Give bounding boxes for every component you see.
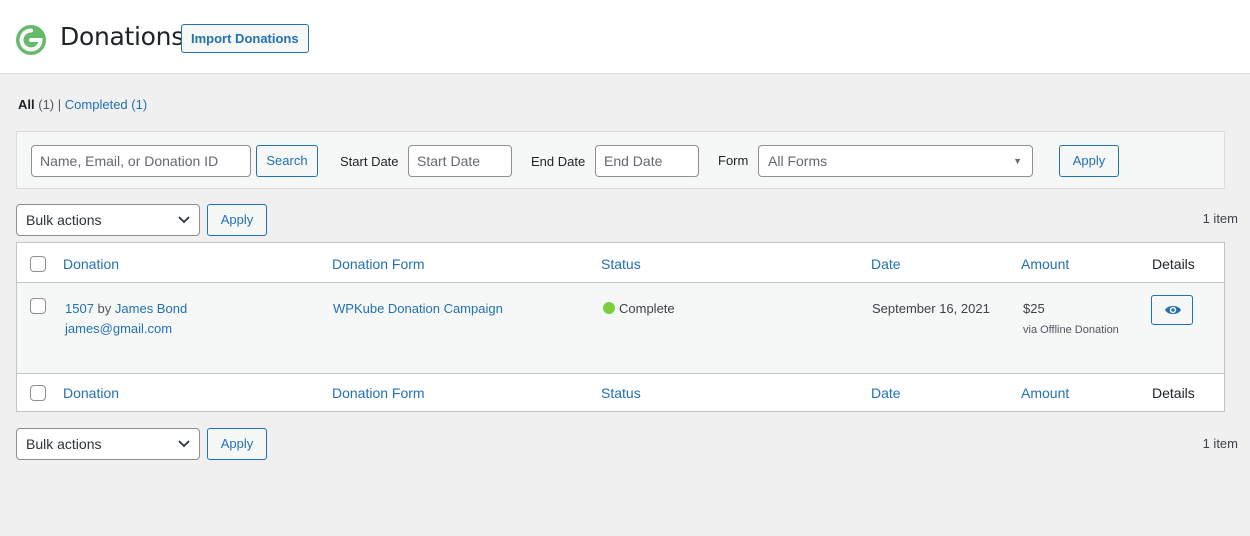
donation-by-text: by — [97, 301, 112, 316]
footer-column-donation-form[interactable]: Donation Form — [332, 385, 425, 401]
table-footer: Donation Donation Form Status Date Amoun… — [17, 373, 1224, 411]
column-donation[interactable]: Donation — [63, 256, 119, 272]
views-separator: | — [57, 97, 62, 112]
view-details-button[interactable] — [1151, 295, 1193, 325]
column-details: Details — [1152, 256, 1195, 272]
givewp-logo-icon — [16, 25, 46, 55]
footer-column-date[interactable]: Date — [871, 385, 901, 401]
form-select-value: All Forms — [768, 153, 828, 169]
donation-id-link[interactable]: 1507 — [65, 301, 94, 316]
footer-column-amount[interactable]: Amount — [1021, 385, 1069, 401]
bulk-actions-value-bottom: Bulk actions — [26, 436, 102, 452]
bulk-actions-select-bottom[interactable]: Bulk actions — [16, 428, 200, 460]
form-label: Form — [718, 153, 749, 168]
column-donation-form[interactable]: Donation Form — [332, 256, 425, 272]
view-completed-link[interactable]: Completed (1) — [65, 97, 147, 112]
column-status[interactable]: Status — [601, 256, 641, 272]
caret-down-icon: ▼ — [1013, 156, 1022, 166]
eye-icon — [1165, 305, 1181, 315]
footer-column-details: Details — [1152, 385, 1195, 401]
donation-form-link[interactable]: WPKube Donation Campaign — [333, 301, 503, 316]
items-count-top: 1 item — [1202, 211, 1238, 226]
row-checkbox[interactable] — [30, 298, 46, 314]
status-complete-dot-icon — [603, 302, 615, 314]
donor-name-link[interactable]: James Bond — [115, 301, 187, 316]
amount-cell: $25 via Offline Donation — [1023, 299, 1119, 340]
search-button[interactable]: Search — [256, 145, 318, 177]
search-input[interactable] — [31, 145, 251, 177]
start-date-input[interactable] — [408, 145, 512, 177]
status-views: All (1) | Completed (1) — [18, 97, 147, 112]
end-date-input[interactable] — [595, 145, 699, 177]
donation-date: September 16, 2021 — [872, 301, 990, 316]
footer-column-status[interactable]: Status — [601, 385, 641, 401]
items-count-bottom: 1 item — [1202, 436, 1238, 451]
status-cell: Complete — [603, 301, 675, 316]
bulk-actions-select-top[interactable]: Bulk actions — [16, 204, 200, 236]
select-all-checkbox[interactable] — [30, 256, 46, 272]
import-donations-button[interactable]: Import Donations — [181, 24, 309, 53]
table-header: Donation Donation Form Status Date Amoun… — [17, 243, 1224, 283]
table-row: 1507 by James Bond james@gmail.com WPKub… — [17, 283, 1224, 373]
page-title: Donations — [60, 22, 184, 51]
payment-gateway: via Offline Donation — [1023, 324, 1119, 336]
end-date-label: End Date — [531, 154, 586, 169]
bulk-apply-button-bottom[interactable]: Apply — [207, 428, 267, 460]
donation-cell: 1507 by James Bond james@gmail.com — [65, 299, 187, 339]
donor-email-link[interactable]: james@gmail.com — [65, 321, 172, 336]
page-header: Donations Import Donations — [0, 0, 1250, 74]
bulk-actions-value: Bulk actions — [26, 212, 102, 228]
chevron-down-icon — [178, 429, 190, 469]
filter-panel: Search Start Date End Date Form All Form… — [16, 131, 1225, 189]
column-amount[interactable]: Amount — [1021, 256, 1069, 272]
donations-table: Donation Donation Form Status Date Amoun… — [16, 242, 1225, 412]
donation-amount: $25 — [1023, 301, 1045, 316]
footer-column-donation[interactable]: Donation — [63, 385, 119, 401]
bulk-apply-button-top[interactable]: Apply — [207, 204, 267, 236]
column-date[interactable]: Date — [871, 256, 901, 272]
status-badge: Complete — [619, 301, 675, 316]
form-select[interactable]: All Forms ▼ — [758, 145, 1033, 177]
chevron-down-icon — [178, 205, 190, 245]
select-all-checkbox-footer[interactable] — [30, 385, 46, 401]
filter-apply-button[interactable]: Apply — [1059, 145, 1119, 177]
view-all-link[interactable]: All (1) — [18, 97, 54, 112]
start-date-label: Start Date — [340, 154, 399, 169]
